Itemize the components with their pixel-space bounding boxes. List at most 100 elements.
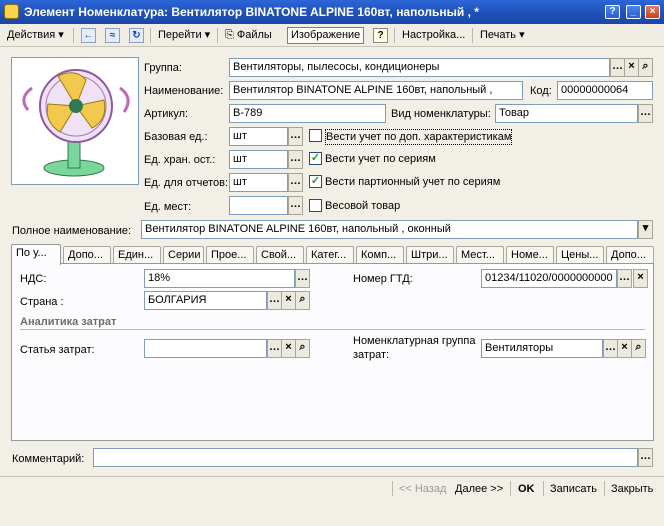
storage-unit-field[interactable]: шт	[229, 150, 288, 169]
paperclip-icon: ⎘	[225, 29, 234, 41]
tab-additional[interactable]: Допо...	[63, 246, 111, 264]
cost-item-select-button[interactable]: …	[267, 339, 282, 358]
tab-prices[interactable]: Цены...	[556, 246, 604, 264]
base-unit-field[interactable]: шт	[229, 127, 288, 146]
country-field[interactable]: БОЛГАРИЯ	[144, 291, 267, 310]
places-select-button[interactable]: …	[288, 196, 303, 215]
tab-components[interactable]: Комп...	[356, 246, 404, 264]
storage-unit-label: Ед. хран. ост.:	[144, 154, 216, 166]
tab-additional-2[interactable]: Допо...	[606, 246, 654, 264]
cost-item-open-icon[interactable]: ⌕	[295, 339, 310, 358]
cost-item-clear-icon[interactable]: ×	[281, 339, 296, 358]
window-title: Элемент Номенклатура: Вентилятор BINATON…	[24, 5, 479, 19]
vat-label: НДС:	[20, 273, 47, 285]
report-unit-label: Ед. для отчетов:	[144, 177, 229, 189]
group-label: Группа:	[144, 62, 182, 74]
fullname-field[interactable]: Вентилятор BINATONE ALPINE 160вт, наполь…	[141, 220, 638, 239]
close-icon[interactable]: ×	[645, 5, 660, 19]
report-unit-select-button[interactable]: …	[288, 173, 303, 192]
group-field[interactable]: Вентиляторы, пылесосы, кондиционеры	[229, 58, 610, 77]
section-title: Аналитика затрат	[20, 316, 117, 328]
comment-field[interactable]	[93, 448, 638, 467]
cost-item-label: Статья затрат:	[20, 344, 95, 356]
gtd-clear-icon[interactable]: ×	[633, 269, 648, 288]
tab-strip: По у... Допо... Един... Серии Прое... Св…	[11, 244, 654, 265]
kind-field[interactable]: Товар	[495, 104, 638, 123]
chk-characteristics-label: Вести учет по доп. характеристикам	[325, 129, 513, 145]
structure-icon[interactable]: ≈	[105, 28, 120, 43]
chk-batch[interactable]: ✓	[309, 175, 322, 188]
gtd-field[interactable]: 01234/11020/0000000000	[481, 269, 617, 288]
tab-properties[interactable]: Свой...	[256, 246, 304, 264]
tab-categories[interactable]: Катег...	[306, 246, 354, 264]
save-button[interactable]: Записать	[550, 481, 597, 497]
base-unit-select-button[interactable]: …	[288, 127, 303, 146]
fullname-label: Полное наименование:	[12, 225, 132, 237]
image-button[interactable]: Изображение	[287, 27, 365, 44]
vat-field[interactable]: 18%	[144, 269, 295, 288]
comment-select-button[interactable]: …	[638, 448, 653, 467]
refresh-icon[interactable]: ↻	[129, 28, 144, 43]
chk-series-label: Вести учет по сериям	[325, 153, 436, 165]
next-button[interactable]: Далее >>	[455, 481, 503, 497]
chk-weight-label: Весовой товар	[325, 200, 401, 212]
places-label: Ед. мест:	[144, 201, 192, 213]
chk-weight[interactable]	[309, 199, 322, 212]
ok-button[interactable]: OK	[518, 481, 535, 497]
nom-group-field[interactable]: Вентиляторы	[481, 339, 603, 358]
gtd-select-button[interactable]: …	[617, 269, 632, 288]
section-divider	[20, 329, 645, 330]
nom-group-select-button[interactable]: …	[603, 339, 618, 358]
minimize-icon[interactable]: _	[626, 5, 641, 19]
tab-units[interactable]: Един...	[113, 246, 161, 264]
group-open-icon[interactable]: ⌕	[638, 58, 653, 77]
tab-series[interactable]: Серии	[163, 246, 204, 264]
help-icon[interactable]: ?	[373, 28, 388, 43]
tab-projects[interactable]: Прое...	[206, 246, 254, 264]
comment-label: Комментарий:	[12, 453, 85, 465]
code-label: Код:	[530, 85, 552, 97]
goto-menu[interactable]: Перейти ▾	[155, 27, 213, 44]
group-select-button[interactable]: …	[610, 58, 625, 77]
country-label: Страна :	[20, 296, 64, 308]
settings-button[interactable]: Настройка...	[399, 27, 468, 44]
tab-barcodes[interactable]: Штри...	[406, 246, 454, 264]
chk-characteristics[interactable]	[309, 129, 322, 142]
main-window: Элемент Номенклатура: Вентилятор BINATON…	[0, 0, 664, 526]
nom-group-label: Номенклатурная группа	[353, 335, 476, 347]
back-button[interactable]: << Назад	[399, 481, 446, 497]
name-field[interactable]: Вентилятор BINATONE ALPINE 160вт, наполь…	[229, 81, 523, 100]
country-open-icon[interactable]: ⌕	[295, 291, 310, 310]
group-clear-icon[interactable]: ×	[624, 58, 639, 77]
chk-series[interactable]: ✓	[309, 152, 322, 165]
places-field[interactable]	[229, 196, 288, 215]
cost-item-field[interactable]	[144, 339, 267, 358]
nom-group-clear-icon[interactable]: ×	[617, 339, 632, 358]
fan-image	[22, 69, 130, 177]
country-clear-icon[interactable]: ×	[281, 291, 296, 310]
actions-menu[interactable]: Действия ▾	[4, 27, 67, 44]
nom-group-open-icon[interactable]: ⌕	[631, 339, 646, 358]
storage-unit-select-button[interactable]: …	[288, 150, 303, 169]
tab-panel: НДС: 18% … Номер ГТД: 01234/11020/000000…	[11, 263, 654, 441]
print-menu[interactable]: Печать ▾	[477, 27, 528, 44]
back-arrow-icon[interactable]: ←	[81, 28, 96, 43]
title-bar: Элемент Номенклатура: Вентилятор BINATON…	[0, 0, 664, 24]
files-button[interactable]: ⎘ Файлы	[222, 27, 275, 44]
product-image[interactable]	[11, 57, 139, 185]
vat-select-button[interactable]: …	[295, 269, 310, 288]
tab-nomenclature[interactable]: Номе...	[506, 246, 554, 264]
country-select-button[interactable]: …	[267, 291, 282, 310]
kind-select-button[interactable]: …	[638, 104, 653, 123]
report-unit-field[interactable]: шт	[229, 173, 288, 192]
code-field[interactable]: 00000000064	[557, 81, 653, 100]
article-field[interactable]: B-789	[229, 104, 386, 123]
help-title-icon[interactable]: ?	[605, 5, 620, 19]
tab-accounting[interactable]: По у...	[11, 244, 61, 265]
close-button[interactable]: Закрыть	[611, 481, 653, 497]
toolbar: Действия ▾ ← ≈ ↻ Перейти ▾ ⎘ Файлы Изобр…	[0, 24, 664, 47]
name-label: Наименование:	[144, 85, 224, 97]
article-label: Артикул:	[144, 108, 189, 120]
fullname-dropdown-icon[interactable]: ▾	[638, 220, 653, 239]
tab-places[interactable]: Мест...	[456, 246, 504, 264]
